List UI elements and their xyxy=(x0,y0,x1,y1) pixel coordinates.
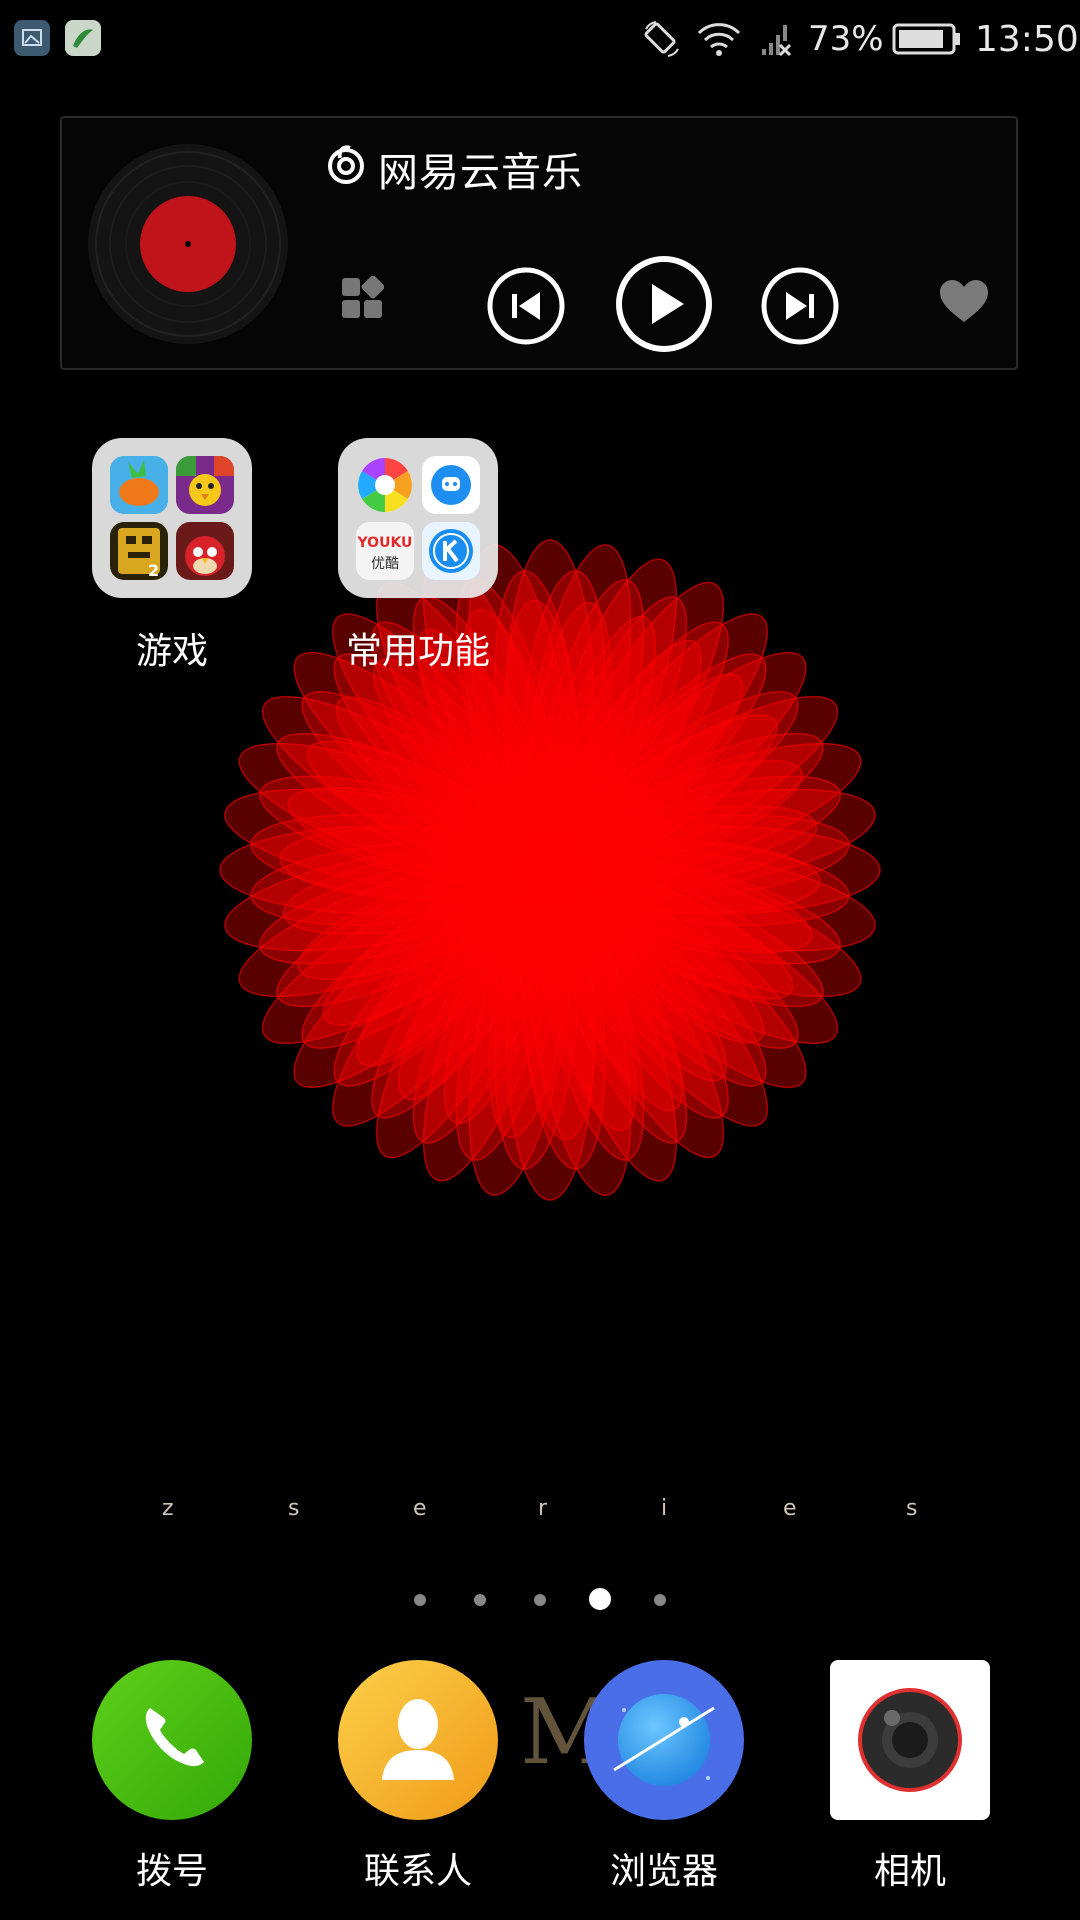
page-dot[interactable] xyxy=(654,1594,666,1606)
status-bar: 73% 13:50 xyxy=(0,0,1080,78)
app-notification-icon[interactable] xyxy=(65,20,101,56)
dock-browser-label: 浏览器 xyxy=(609,1851,718,1892)
chat-app-icon xyxy=(422,456,480,514)
page-dot-active[interactable] xyxy=(589,1588,611,1610)
next-button[interactable] xyxy=(760,266,840,346)
play-button[interactable] xyxy=(614,254,714,354)
music-widget[interactable]: 网易云音乐 xyxy=(60,116,1018,370)
zseries-letter: s xyxy=(906,1496,918,1521)
page-dot[interactable] xyxy=(474,1594,486,1606)
home-screen: 73% 13:50 网易云音乐 2 游戏 YOUKU 优酷 常用功能 z s e… xyxy=(0,0,1080,1920)
folder-common-functions[interactable]: YOUKU 优酷 常用功能 xyxy=(338,438,498,672)
rotate-lock-icon xyxy=(642,0,682,78)
heart-icon[interactable] xyxy=(938,278,990,326)
game-bird-icon xyxy=(176,456,234,514)
zseries-letter: z xyxy=(162,1496,174,1521)
grid-icon[interactable] xyxy=(340,276,384,320)
dock-phone-label: 拨号 xyxy=(135,1851,208,1892)
zseries-letter: r xyxy=(538,1496,548,1521)
music-app-name: 网易云音乐 xyxy=(378,150,583,196)
game-temple-run-icon: 2 xyxy=(110,522,168,580)
phone-icon[interactable] xyxy=(92,1660,252,1820)
wifi-icon xyxy=(696,0,742,78)
dock-camera[interactable]: 相机 xyxy=(830,1660,990,1892)
dock-browser[interactable]: 浏览器 xyxy=(584,1660,744,1892)
folder-common-label: 常用功能 xyxy=(345,631,490,672)
youku-text: YOUKU xyxy=(357,535,413,551)
clock: 13:50 xyxy=(975,18,1079,60)
vinyl-record-icon[interactable] xyxy=(88,144,288,344)
youku-cn-text: 优酷 xyxy=(371,556,399,572)
game-carrot-icon xyxy=(110,456,168,514)
youku-app-icon: YOUKU 优酷 xyxy=(356,522,414,580)
page-dot[interactable] xyxy=(534,1594,546,1606)
netease-music-logo-icon xyxy=(328,145,364,184)
battery-percent: 73% xyxy=(808,19,884,59)
dock-camera-label: 相机 xyxy=(873,1851,946,1892)
dock-contacts[interactable]: 联系人 xyxy=(338,1660,498,1892)
folder-games-label: 游戏 xyxy=(135,631,208,672)
signal-no-sim-icon xyxy=(758,0,794,78)
dock-phone[interactable]: 拨号 xyxy=(92,1660,252,1892)
camera-icon[interactable] xyxy=(830,1660,990,1820)
kugou-app-icon xyxy=(422,522,480,580)
zseries-letter: i xyxy=(661,1496,668,1521)
browser-icon[interactable] xyxy=(584,1660,744,1820)
zseries-letter: s xyxy=(288,1496,300,1521)
game-angry-birds-icon xyxy=(176,522,234,580)
contacts-icon[interactable] xyxy=(338,1660,498,1820)
svg-text:2: 2 xyxy=(148,561,159,580)
dock-contacts-label: 联系人 xyxy=(363,1851,472,1892)
camera-aperture-app-icon xyxy=(356,456,414,514)
folder-games-box[interactable]: 2 xyxy=(92,438,252,598)
battery-icon xyxy=(892,0,962,78)
zseries-letter: e xyxy=(783,1496,797,1521)
zseries-letter: e xyxy=(413,1496,427,1521)
gallery-notification-icon[interactable] xyxy=(14,20,50,56)
folder-common-box[interactable]: YOUKU 优酷 xyxy=(338,438,498,598)
page-indicator[interactable] xyxy=(0,1588,1080,1612)
folder-games[interactable]: 2 游戏 xyxy=(92,438,252,672)
page-dot[interactable] xyxy=(414,1594,426,1606)
previous-button[interactable] xyxy=(486,266,566,346)
